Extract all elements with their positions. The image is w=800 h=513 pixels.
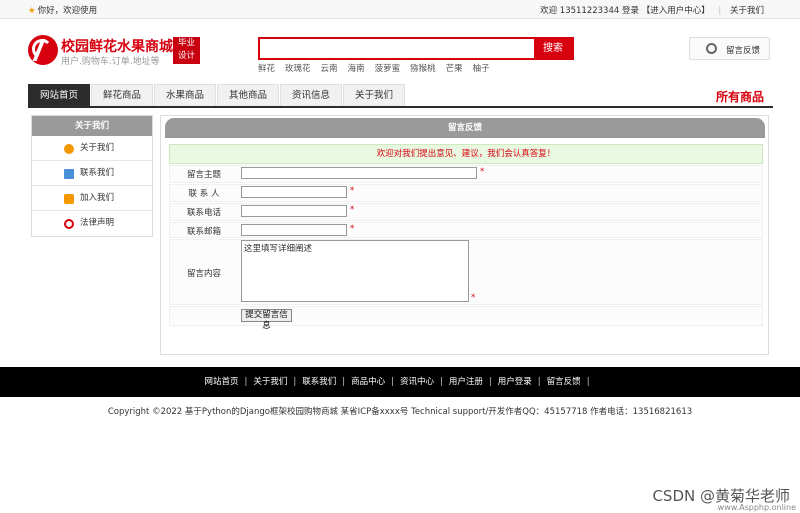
graduation-badge: 毕业 设计 xyxy=(173,37,200,64)
keyword-link[interactable]: 芒果 xyxy=(446,64,463,74)
notice-banner: 欢迎对我们提出意见、建议，我们会认真答复！ xyxy=(169,144,763,164)
subject-label: 留言主题 xyxy=(186,170,221,180)
email-input[interactable] xyxy=(241,224,347,236)
star-icon: ★ xyxy=(28,6,36,16)
site-watermark: www.Aspphp.online xyxy=(717,503,796,512)
user-login-status: 欢迎 13511223344 登录 xyxy=(540,6,639,16)
main-nav: 网站首页 鲜花商品 水果商品 其他商品 资讯信息 关于我们 所有商品 xyxy=(28,84,773,108)
divider: | xyxy=(718,6,722,16)
top-bar: ★ 你好，欢迎使用 欢迎 13511223344 登录 【进入用户中心】 | 关于… xyxy=(0,0,800,19)
about-link[interactable]: 关于我们 xyxy=(730,6,764,16)
contact-input[interactable] xyxy=(241,186,347,198)
sidebar-item-about[interactable]: 关于我们 xyxy=(32,136,152,161)
footer-link[interactable]: 关于我们 xyxy=(253,377,287,387)
headset-icon xyxy=(706,43,717,54)
divider: | xyxy=(537,377,541,387)
required-mark: * xyxy=(350,224,355,234)
all-goods-link[interactable]: 所有商品 xyxy=(716,88,764,105)
panel-title: 留言反馈 xyxy=(165,118,765,138)
logo-icon xyxy=(28,35,58,65)
divider: | xyxy=(488,377,492,387)
divider: | xyxy=(342,377,346,387)
keyword-link[interactable]: 猕猴桃 xyxy=(410,64,436,74)
search-button[interactable]: 搜索 xyxy=(534,39,572,58)
search-input[interactable] xyxy=(260,39,536,58)
sidebar-item-contact[interactable]: 联系我们 xyxy=(32,161,152,186)
footer-link[interactable]: 商品中心 xyxy=(351,377,385,387)
nav-news[interactable]: 资讯信息 xyxy=(280,84,342,106)
footer-link[interactable]: 用户登录 xyxy=(498,377,532,387)
copyright-text: Copyright ©2022 基于Python的Django框架校园购物商城 … xyxy=(107,407,693,417)
divider: | xyxy=(244,377,248,387)
welcome-text: ★ 你好，欢迎使用 xyxy=(28,6,98,16)
footer-link[interactable]: 资讯中心 xyxy=(400,377,434,387)
top-user-links: 欢迎 13511223344 登录 【进入用户中心】 | 关于我们 xyxy=(540,4,764,16)
keyword-link[interactable]: 菠萝蜜 xyxy=(375,64,401,74)
info-icon xyxy=(64,144,74,154)
keyword-link[interactable]: 柚子 xyxy=(473,64,490,74)
divider: | xyxy=(586,377,590,387)
required-mark: * xyxy=(480,167,485,177)
divider: | xyxy=(440,377,443,387)
required-mark: * xyxy=(350,186,355,196)
footer-link[interactable]: 联系我们 xyxy=(302,377,336,387)
nav-others[interactable]: 其他商品 xyxy=(217,84,279,106)
required-mark: * xyxy=(471,293,476,303)
footer-link[interactable]: 网站首页 xyxy=(204,377,238,387)
phone-input[interactable] xyxy=(241,205,347,217)
feedback-button[interactable]: 留言反馈 xyxy=(689,37,770,60)
keyword-link[interactable]: 鲜花 xyxy=(258,64,275,74)
hot-keywords: 鲜花 玫瑰花 云南 海南 菠萝蜜 猕猴桃 芒果 柚子 xyxy=(258,62,500,74)
search-box: 搜索 xyxy=(258,37,574,60)
footer-nav: 网站首页 | 关于我们 | 联系我们 | 商品中心 | 资讯中心 | 用户注册 | 用户登录 | 留言反馈 | xyxy=(0,367,800,397)
email-label: 联系邮箱 xyxy=(186,227,221,237)
keyword-link[interactable]: 海南 xyxy=(348,64,365,74)
nav-flowers[interactable]: 鲜花商品 xyxy=(91,84,153,106)
sidebar-item-join[interactable]: 加入我们 xyxy=(32,186,152,211)
site-title: 校园鲜花水果商城 xyxy=(61,39,173,55)
nav-fruits[interactable]: 水果商品 xyxy=(154,84,216,106)
divider: | xyxy=(391,377,394,387)
keyword-link[interactable]: 玫瑰花 xyxy=(285,64,311,74)
content-textarea[interactable]: 这里填写详细阐述 xyxy=(241,240,469,302)
power-icon xyxy=(64,219,74,229)
submit-button[interactable]: 提交留言信息 xyxy=(241,309,292,331)
nav-about[interactable]: 关于我们 xyxy=(343,84,405,106)
sidebar: 关于我们 关于我们 联系我们 加入我们 法律声明 xyxy=(31,115,153,237)
site-logo[interactable]: 校园鲜花水果商城 用户.购物车.订单.地址等 毕业 设计 xyxy=(28,35,200,67)
nav-home[interactable]: 网站首页 xyxy=(28,84,90,106)
required-mark: * xyxy=(350,205,355,215)
sidebar-title: 关于我们 xyxy=(32,116,152,136)
contact-label: 联 系 人 xyxy=(188,189,220,199)
site-subtitle: 用户.购物车.订单.地址等 xyxy=(61,57,160,67)
footer-link[interactable]: 用户注册 xyxy=(449,377,483,387)
document-icon xyxy=(64,169,74,179)
lock-icon xyxy=(64,194,74,204)
content-label: 留言内容 xyxy=(186,269,221,279)
sidebar-item-legal[interactable]: 法律声明 xyxy=(32,211,152,236)
footer-link[interactable]: 留言反馈 xyxy=(547,377,581,387)
keyword-link[interactable]: 云南 xyxy=(321,64,338,74)
phone-label: 联系电话 xyxy=(186,208,221,218)
subject-input[interactable] xyxy=(241,167,477,179)
user-center-link[interactable]: 【进入用户中心】 xyxy=(642,6,710,16)
divider: | xyxy=(293,377,297,387)
feedback-panel: 留言反馈 欢迎对我们提出意见、建议，我们会认真答复！ 留言主题 * 联 系 人 … xyxy=(160,115,769,355)
